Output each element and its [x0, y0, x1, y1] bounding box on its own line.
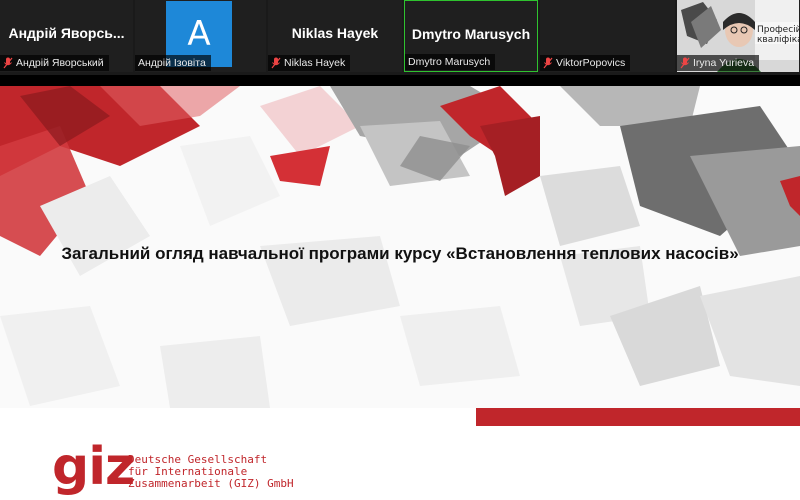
participant-name-label: Iryna Yurieva: [677, 55, 760, 71]
participant-label-text: Dmytro Marusych: [408, 56, 491, 68]
participant-label-text: ViktorPopovics: [556, 57, 626, 69]
participant-display-name: Niklas Hayek: [291, 25, 379, 41]
participant-tile-1[interactable]: Андрій Яворсь... Андрій Яворський: [0, 0, 133, 72]
muted-mic-icon: [543, 57, 553, 69]
participant-tile-2[interactable]: A Андрій Ізовіта: [135, 0, 266, 72]
muted-mic-icon: [3, 57, 13, 69]
video-text-1: Професій: [757, 25, 799, 35]
participant-name-label: Андрій Яворський: [0, 55, 109, 71]
participant-name-label: Dmytro Marusych: [405, 54, 496, 70]
participant-strip: Андрій Яворсь... Андрій Яворський A Андр…: [0, 0, 800, 75]
participant-display-name: Dmytro Marusych: [411, 26, 531, 42]
participant-label-text: Андрій Ізовіта: [138, 57, 206, 69]
participant-name-label: Андрій Ізовіта: [135, 55, 211, 71]
muted-mic-icon: [271, 57, 281, 69]
slide-accent-bar: [476, 408, 800, 426]
organization-name: Deutsche Gesellschaft für Internationale…: [128, 454, 294, 490]
org-line-3: Zusammenarbeit (GIZ) GmbH: [128, 477, 294, 490]
participant-tile-5[interactable]: ViktorPopovics: [540, 0, 675, 72]
giz-logo: giz: [52, 437, 135, 497]
participant-tile-6[interactable]: Професій кваліфікац Iryna Yurieva: [677, 0, 800, 72]
muted-mic-icon: [680, 57, 690, 69]
shared-presentation-slide: Загальний огляд навчальної програми курс…: [0, 86, 800, 500]
participant-label-text: Андрій Яворський: [16, 57, 104, 69]
slide-title: Загальний огляд навчальної програми курс…: [61, 244, 739, 263]
participant-tile-3[interactable]: Niklas Hayek Niklas Hayek: [268, 0, 402, 72]
participant-label-text: Niklas Hayek: [284, 57, 346, 69]
participant-tile-4[interactable]: Dmytro Marusych Dmytro Marusych: [404, 0, 538, 72]
participant-display-name: Андрій Яворсь...: [8, 25, 125, 41]
participant-name-label: ViktorPopovics: [540, 55, 631, 71]
video-text-2: кваліфікац: [757, 35, 799, 45]
participant-label-text: Iryna Yurieva: [693, 57, 755, 69]
participant-name-label: Niklas Hayek: [268, 55, 351, 71]
